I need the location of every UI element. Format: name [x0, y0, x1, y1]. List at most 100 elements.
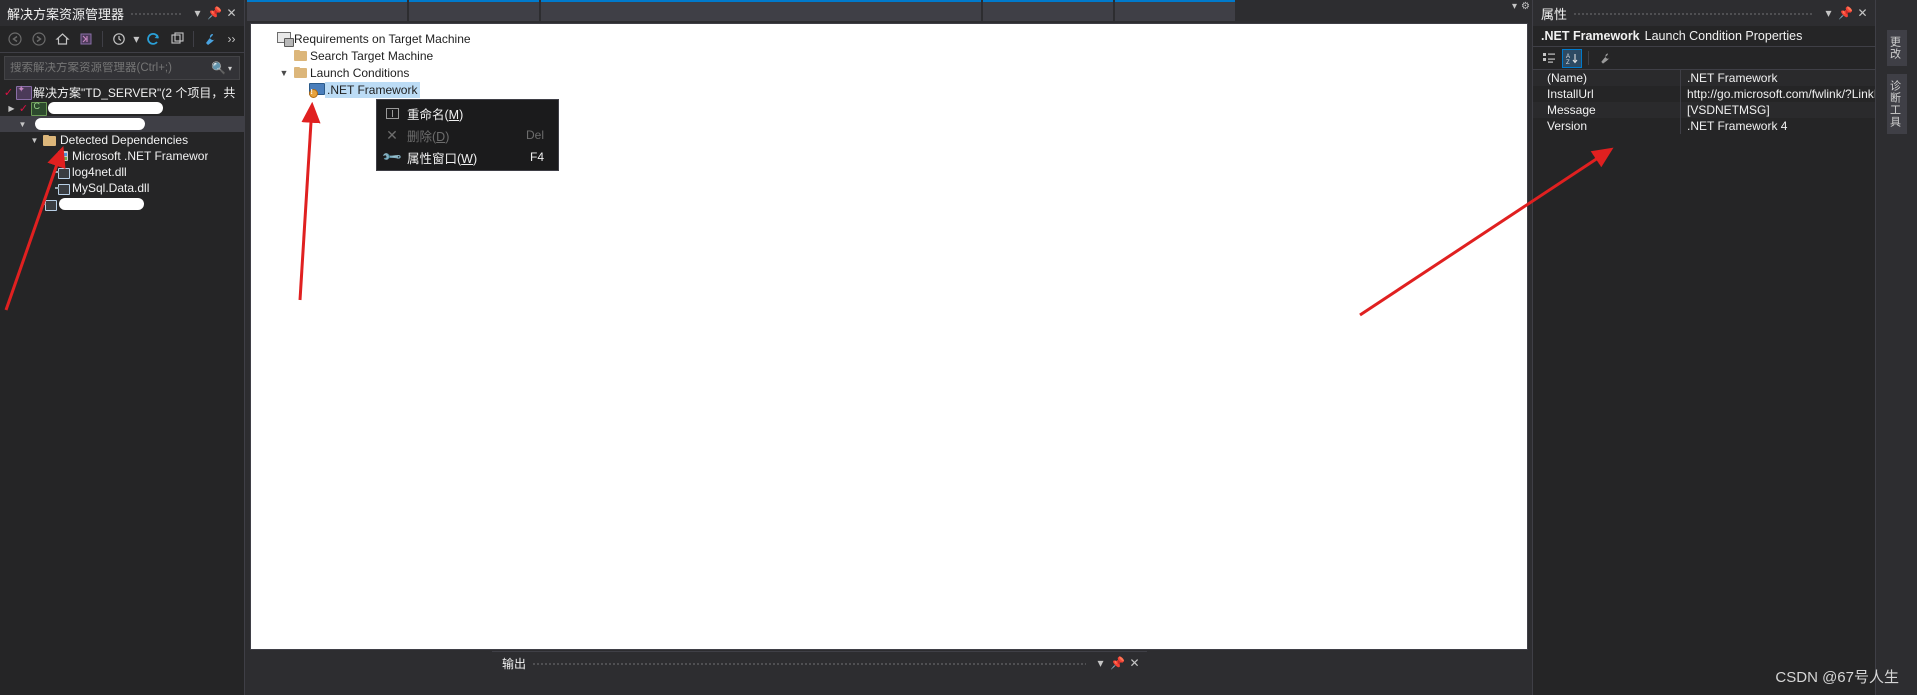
- properties-icon[interactable]: [199, 29, 221, 50]
- chevron-right-icon[interactable]: ▶: [5, 104, 18, 113]
- property-row-message[interactable]: Message [VSDNETMSG]: [1533, 102, 1875, 118]
- search-icon[interactable]: 🔍: [209, 61, 228, 75]
- pin-icon[interactable]: 📌: [206, 3, 223, 23]
- document-tab-5[interactable]: [1115, 0, 1235, 21]
- pin-icon[interactable]: 📌: [1837, 3, 1854, 23]
- chevron-down-icon[interactable]: ▾: [1092, 653, 1109, 673]
- solution-tree: ✓ 解决方案"TD_SERVER"(2 个项目，共 ▶ ✓ ▼ ▼ Detect…: [0, 82, 244, 212]
- folder-icon: [291, 50, 309, 61]
- context-menu[interactable]: 重命名(M) ✕ 删除(D) Del 🔧 属性窗口(W) F4: [376, 99, 559, 171]
- source-control-check-icon: ✓: [3, 86, 14, 99]
- designer-item-dotnet-framework[interactable]: ! .NET Framework: [261, 81, 1527, 98]
- tree-item-selected-project[interactable]: ▼: [0, 116, 244, 132]
- vertical-tab-diagnostic-tools[interactable]: 诊断工具: [1886, 74, 1907, 134]
- assembly-icon: [53, 150, 70, 162]
- context-menu-item-properties-window[interactable]: 🔧 属性窗口(W) F4: [377, 146, 558, 168]
- chevron-down-icon[interactable]: ▾: [1512, 1, 1517, 12]
- solution-explorer-search[interactable]: 🔍 ▾: [4, 56, 240, 80]
- property-value[interactable]: [VSDNETMSG]: [1681, 103, 1875, 117]
- chevron-down-icon[interactable]: ▾: [228, 64, 239, 73]
- document-tab-2[interactable]: [409, 0, 539, 21]
- vertical-tab-changes[interactable]: 更改: [1886, 30, 1907, 66]
- search-input[interactable]: [5, 62, 209, 74]
- property-value[interactable]: .NET Framework: [1681, 71, 1875, 85]
- property-row-version[interactable]: Version .NET Framework 4: [1533, 118, 1875, 134]
- tabstrip-controls: ▾ ⚙: [1512, 1, 1530, 12]
- pin-icon[interactable]: 📌: [1109, 653, 1126, 673]
- properties-subject: .NET Framework Launch Condition Properti…: [1533, 26, 1875, 47]
- redacted-label: [59, 198, 144, 210]
- folder-open-icon: [41, 134, 58, 146]
- tree-item-detected-dependencies[interactable]: ▼ Detected Dependencies: [0, 132, 244, 148]
- properties-grid: (Name) .NET Framework InstallUrl http://…: [1533, 70, 1875, 134]
- tree-item-ms-net-framework[interactable]: Microsoft .NET Framewor: [0, 148, 244, 164]
- close-icon[interactable]: ✕: [223, 3, 240, 23]
- solution-explorer-panel: 解决方案资源管理器 ▾ 📌 ✕ ▾ ›› 搜索解决方案资源管理器(Ctrl+;)…: [0, 0, 245, 695]
- tree-item-label: Microsoft .NET Framewor: [72, 149, 209, 163]
- designer-item-label: .NET Framework: [325, 81, 421, 98]
- designer-item-label: Requirements on Target Machine: [294, 31, 471, 46]
- chevron-down-icon[interactable]: ▼: [277, 68, 291, 78]
- document-tab-4[interactable]: [983, 0, 1113, 21]
- forward-icon[interactable]: [28, 29, 50, 50]
- alphabetical-icon[interactable]: AZ: [1562, 48, 1582, 68]
- properties-titlebar: 属性 ▾ 📌 ✕: [1533, 0, 1875, 26]
- pending-changes-dropdown-icon[interactable]: ▾: [132, 29, 141, 49]
- sync-with-active-document-icon[interactable]: [75, 29, 97, 50]
- reference-icon: [53, 167, 70, 179]
- refresh-icon[interactable]: [143, 29, 165, 50]
- property-value[interactable]: .NET Framework 4: [1681, 119, 1875, 133]
- document-tab-3[interactable]: [541, 0, 981, 21]
- wrench-icon: 🔧: [380, 145, 403, 168]
- designer-item-launch-conditions[interactable]: ▼ Launch Conditions: [261, 64, 1527, 81]
- property-value[interactable]: http://go.microsoft.com/fwlink/?LinkId=8…: [1681, 87, 1875, 101]
- chevron-down-icon[interactable]: ▾: [189, 3, 206, 23]
- properties-subject-name: .NET Framework: [1541, 29, 1640, 43]
- property-row-name[interactable]: (Name) .NET Framework: [1533, 70, 1875, 86]
- properties-toolbar: AZ: [1533, 47, 1875, 70]
- designer-item-search-target-machine[interactable]: Search Target Machine: [261, 47, 1527, 64]
- tree-item-log4net-dll[interactable]: log4net.dll: [0, 164, 244, 180]
- properties-panel: 属性 ▾ 📌 ✕ .NET Framework Launch Condition…: [1532, 0, 1875, 695]
- tree-item-mysql-data-dll[interactable]: MySql.Data.dll: [0, 180, 244, 196]
- tree-item-solution[interactable]: ✓ 解决方案"TD_SERVER"(2 个项目，共: [0, 84, 244, 100]
- property-pages-icon[interactable]: [1595, 49, 1615, 68]
- context-menu-shortcut: F4: [529, 150, 544, 164]
- toolbar-separator-2: [193, 31, 195, 47]
- toolbar-separator: [102, 31, 104, 47]
- target-machine-icon: [275, 32, 294, 47]
- tree-item-redacted[interactable]: [0, 196, 244, 212]
- context-menu-item-label: 属性窗口(W): [407, 151, 478, 166]
- collapse-all-icon[interactable]: [167, 29, 189, 50]
- context-menu-item-rename[interactable]: 重命名(M): [377, 102, 558, 124]
- output-panel-title: 输出: [502, 656, 527, 671]
- designer-tree: Requirements on Target Machine Search Ta…: [251, 24, 1527, 98]
- chevron-down-icon[interactable]: ▼: [28, 136, 41, 145]
- property-name: Message: [1533, 102, 1681, 118]
- redacted-label: [35, 118, 145, 130]
- home-icon[interactable]: [52, 29, 74, 50]
- tree-item-project[interactable]: ▶ ✓: [0, 100, 244, 116]
- property-row-installurl[interactable]: InstallUrl http://go.microsoft.com/fwlin…: [1533, 86, 1875, 102]
- solution-explorer-toolbar: ▾ ››: [0, 26, 244, 53]
- close-icon[interactable]: ✕: [1126, 653, 1143, 673]
- property-name: Version: [1533, 118, 1681, 134]
- designer-item-requirements-on-target-machine[interactable]: Requirements on Target Machine: [261, 30, 1527, 47]
- pending-changes-icon[interactable]: [108, 29, 130, 50]
- csdn-watermark: CSDN @67号人生: [1775, 669, 1899, 686]
- solution-explorer-title: 解决方案资源管理器: [7, 6, 125, 22]
- visual-studio-window: 解决方案资源管理器 ▾ 📌 ✕ ▾ ›› 搜索解决方案资源管理器(Ctrl+;)…: [0, 0, 1917, 695]
- folder-icon: [291, 67, 309, 78]
- chevron-down-icon[interactable]: ▾: [1820, 3, 1837, 23]
- chevron-down-icon[interactable]: ▼: [16, 120, 29, 129]
- overflow-icon[interactable]: ››: [223, 29, 240, 49]
- back-icon[interactable]: [4, 29, 26, 50]
- reference-icon: [40, 199, 57, 211]
- toolbar-separator: [1588, 51, 1589, 65]
- document-tab-active[interactable]: [247, 0, 407, 21]
- categorized-icon[interactable]: [1539, 49, 1559, 68]
- gear-icon[interactable]: ⚙: [1521, 1, 1530, 12]
- tree-item-label: Detected Dependencies: [60, 133, 189, 147]
- close-icon[interactable]: ✕: [1854, 3, 1871, 23]
- solution-explorer-titlebar: 解决方案资源管理器 ▾ 📌 ✕: [0, 0, 244, 26]
